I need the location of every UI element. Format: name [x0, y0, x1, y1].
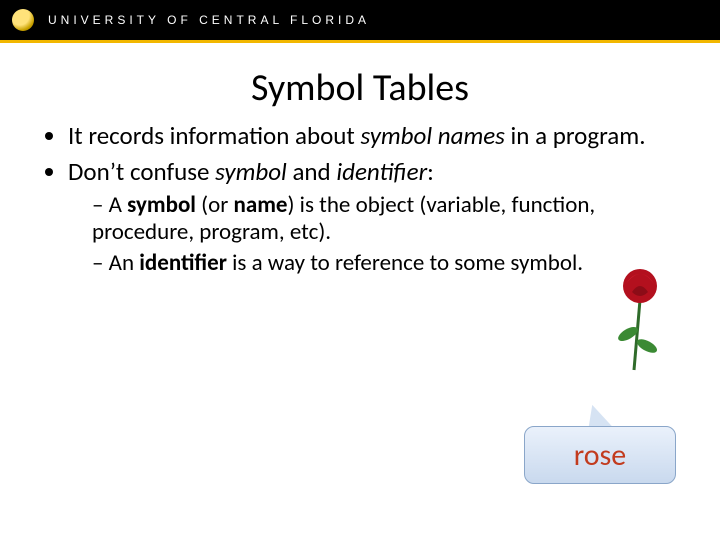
ucf-logo-icon [12, 9, 34, 31]
bold: name [234, 191, 288, 219]
sub-bullet-1: A symbol (or name) is the object (variab… [92, 192, 690, 246]
text: Don’t confuse [68, 156, 215, 187]
org-name: UNIVERSITY OF CENTRAL FLORIDA [48, 13, 370, 27]
rose-image [602, 262, 672, 372]
text: and [287, 156, 337, 187]
text: (or [196, 191, 234, 219]
bullet-1: It records information about symbol name… [68, 121, 690, 151]
bold: identifier [139, 249, 227, 277]
text: is a way to reference to some symbol. [227, 249, 583, 277]
bold: symbol [127, 191, 196, 219]
header-bar: UNIVERSITY OF CENTRAL FLORIDA [0, 0, 720, 40]
text: in a program. [505, 120, 646, 151]
emphasis: symbol names [360, 120, 504, 151]
text: A [109, 191, 128, 219]
bullet-2: Don’t confuse symbol and identifier: A s… [68, 157, 690, 278]
callout-rose: rose [524, 426, 676, 484]
slide-content: It records information about symbol name… [0, 121, 720, 277]
text: It records information about [68, 120, 360, 151]
callout-label: rose [574, 437, 626, 474]
rose-icon [602, 262, 672, 372]
slide: UNIVERSITY OF CENTRAL FLORIDA Symbol Tab… [0, 0, 720, 540]
text: An [109, 249, 140, 277]
gold-rule [0, 40, 720, 43]
sub-bullet-2: An identifier is a way to reference to s… [92, 250, 690, 277]
emphasis: symbol [215, 156, 287, 187]
text: : [427, 156, 434, 187]
emphasis: identifier [336, 156, 427, 187]
slide-title: Symbol Tables [0, 65, 720, 111]
